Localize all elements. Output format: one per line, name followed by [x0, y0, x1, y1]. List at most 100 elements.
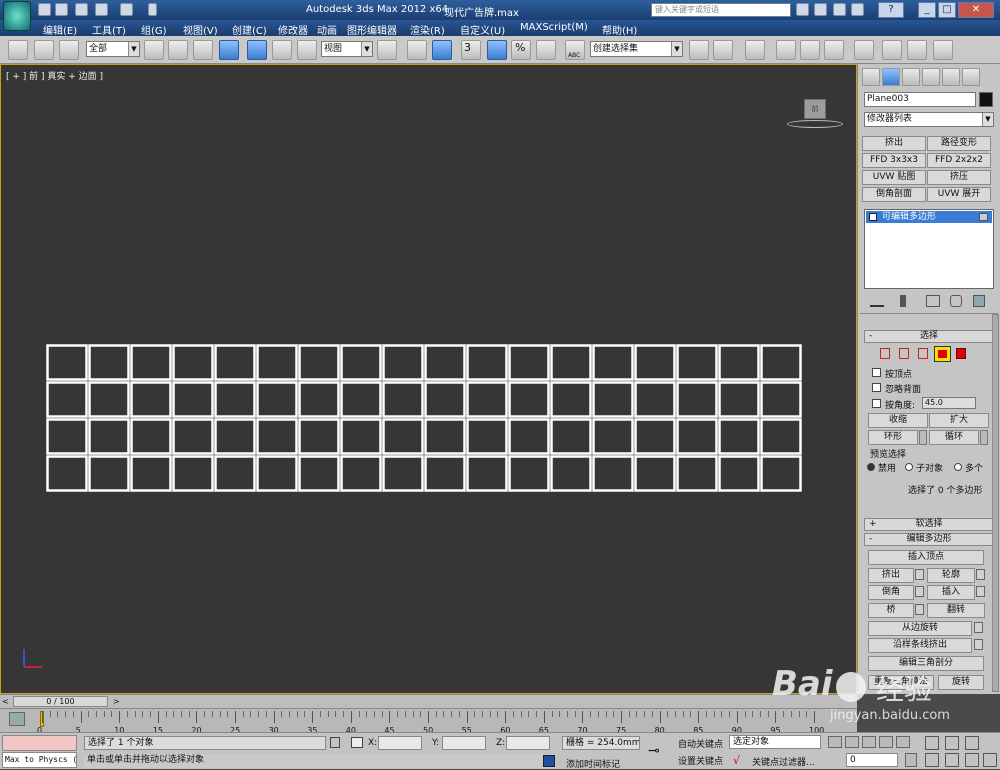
grid-cell[interactable]: [298, 455, 340, 492]
grid-cell[interactable]: [508, 344, 550, 381]
render-setup-icon[interactable]: [882, 40, 902, 60]
window-crossing-icon[interactable]: [219, 40, 239, 60]
binoculars-icon[interactable]: [796, 3, 809, 16]
grid-cell[interactable]: [592, 381, 634, 418]
insert-vertex-button[interactable]: 插入顶点: [868, 550, 984, 565]
select-scale-icon[interactable]: [297, 40, 317, 60]
bridge-settings-icon[interactable]: [915, 604, 924, 615]
key-tangent-icon[interactable]: √: [733, 754, 747, 767]
grid-cell[interactable]: [718, 455, 760, 492]
curve-editor-icon[interactable]: [800, 40, 820, 60]
time-slider-thumb[interactable]: 0 / 100: [13, 696, 108, 707]
zoom-extents-icon[interactable]: [965, 736, 979, 750]
select-object-icon[interactable]: [144, 40, 164, 60]
menu-create[interactable]: 创建(C): [232, 22, 267, 37]
ring-spinner[interactable]: [919, 430, 927, 445]
menu-tools[interactable]: 工具(T): [92, 22, 126, 37]
pin-stack-icon[interactable]: [870, 295, 884, 307]
command-panel-scrollbar[interactable]: [992, 314, 999, 692]
grid-cell[interactable]: [256, 418, 298, 455]
grid-cell[interactable]: [760, 418, 802, 455]
create-tab-icon[interactable]: [862, 68, 880, 86]
by-vertex-checkbox[interactable]: [872, 368, 881, 377]
grid-cell[interactable]: [382, 344, 424, 381]
menu-modifiers[interactable]: 修改器: [278, 22, 308, 37]
flip-button[interactable]: 翻转: [927, 603, 985, 618]
grid-cell[interactable]: [298, 344, 340, 381]
zoom-all-icon[interactable]: [945, 736, 959, 750]
layer-manager-icon[interactable]: [745, 40, 765, 60]
grid-cell[interactable]: [550, 381, 592, 418]
modifier-ffd3-button[interactable]: FFD 3x3x3: [862, 153, 926, 168]
grid-cell[interactable]: [424, 381, 466, 418]
display-tab-icon[interactable]: [942, 68, 960, 86]
grid-cell[interactable]: [214, 418, 256, 455]
snaps-toggle-icon[interactable]: 3: [461, 40, 481, 60]
loop-button[interactable]: 循环: [929, 430, 979, 445]
grid-cell[interactable]: [550, 455, 592, 492]
utilities-tab-icon[interactable]: [962, 68, 980, 86]
border-mode-icon[interactable]: [918, 348, 928, 359]
menu-views[interactable]: 视图(V): [183, 22, 218, 37]
orbit-icon[interactable]: [965, 753, 979, 767]
grid-cell[interactable]: [466, 344, 508, 381]
preview-multi-radio[interactable]: [954, 463, 962, 471]
by-angle-checkbox[interactable]: [872, 399, 881, 408]
grid-cell[interactable]: [340, 381, 382, 418]
menu-graph-editors[interactable]: 图形编辑器: [347, 22, 397, 37]
mirror-icon[interactable]: [689, 40, 709, 60]
grid-cell[interactable]: [130, 381, 172, 418]
stack-item-editable-poly[interactable]: 可编辑多边形: [866, 211, 992, 223]
edge-mode-icon[interactable]: [899, 348, 909, 359]
grid-cell[interactable]: [340, 344, 382, 381]
grid-cell[interactable]: [256, 455, 298, 492]
element-mode-icon[interactable]: [956, 348, 966, 359]
reference-coord-dropdown[interactable]: 视图 ▼: [321, 41, 373, 57]
grid-cell[interactable]: [634, 344, 676, 381]
hinge-from-edge-button[interactable]: 从边旋转: [868, 621, 972, 636]
grid-cell[interactable]: [130, 455, 172, 492]
ignore-backfacing-checkbox[interactable]: [872, 383, 881, 392]
loop-spinner[interactable]: [980, 430, 988, 445]
help-button[interactable]: ?: [878, 2, 904, 18]
redo-icon[interactable]: [120, 3, 133, 16]
grid-cell[interactable]: [718, 418, 760, 455]
polygon-mode-icon[interactable]: [934, 346, 951, 362]
favorites-icon[interactable]: [833, 3, 846, 16]
edit-named-sets-icon[interactable]: ABC: [565, 40, 585, 60]
menu-customize[interactable]: 自定义(U): [460, 22, 505, 37]
grid-cell[interactable]: [550, 418, 592, 455]
grid-cell[interactable]: [466, 381, 508, 418]
auto-key-button[interactable]: 自动关键点: [678, 737, 723, 750]
key-filters-button[interactable]: 关键点过滤器...: [752, 755, 815, 768]
grid-cell[interactable]: [130, 344, 172, 381]
grid-cell[interactable]: [88, 455, 130, 492]
track-bar[interactable]: 0 5 10 15 20 25 30 35 40 45 50 55 60 65 70 75 80 85 90 95 10…: [0, 708, 857, 735]
grid-cell[interactable]: [466, 418, 508, 455]
x-coordinate-field[interactable]: [378, 736, 422, 750]
grid-cell[interactable]: [718, 381, 760, 418]
named-selection-set-dropdown[interactable]: 创建选择集 ▼: [590, 41, 683, 57]
grid-cell[interactable]: [340, 418, 382, 455]
previous-key-icon[interactable]: [845, 736, 859, 748]
selection-rollout-header[interactable]: 选择 -: [864, 330, 994, 343]
keyboard-shortcut-override-icon[interactable]: [432, 40, 452, 60]
grid-cell[interactable]: [46, 344, 88, 381]
prev-frame-icon[interactable]: <: [2, 697, 9, 706]
grid-cell[interactable]: [256, 381, 298, 418]
maximize-viewport-icon[interactable]: [983, 753, 997, 767]
grid-cell[interactable]: [676, 381, 718, 418]
modify-tab-icon[interactable]: [882, 68, 900, 86]
grid-cell[interactable]: [46, 418, 88, 455]
grid-cell[interactable]: [760, 381, 802, 418]
undo-icon[interactable]: [95, 3, 108, 16]
save-file-icon[interactable]: [75, 3, 88, 16]
extrude-settings-icon[interactable]: [915, 569, 924, 580]
bind-space-warp-icon[interactable]: [59, 40, 79, 60]
edit-poly-rollout-header[interactable]: 编辑多边形 -: [864, 533, 994, 546]
z-coordinate-field[interactable]: [506, 736, 550, 750]
grid-cell[interactable]: [676, 344, 718, 381]
spinner-snap-icon[interactable]: [536, 40, 556, 60]
grid-cell[interactable]: [718, 344, 760, 381]
grid-cell[interactable]: [592, 344, 634, 381]
